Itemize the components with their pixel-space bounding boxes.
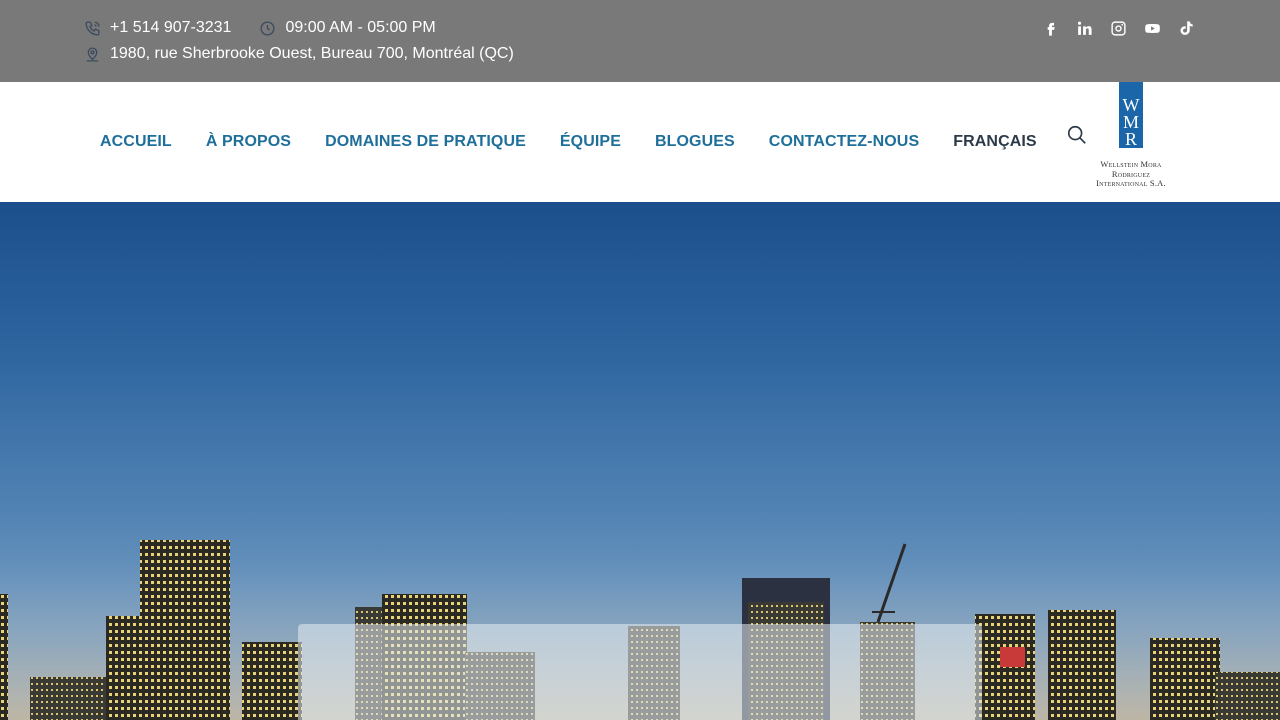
office-address: 1980, rue Sherbrooke Ouest, Bureau 700, … — [110, 45, 514, 62]
logo-letter-r: R — [1124, 129, 1137, 149]
location-pin-icon — [84, 46, 101, 63]
tiktok-icon[interactable] — [1176, 18, 1196, 38]
logo-mark: W M R — [1119, 82, 1143, 148]
nav-item-blogues[interactable]: BLOGUES — [655, 133, 735, 151]
logo-wordmark: Wellstein Mora Rodriguez International S… — [1088, 159, 1174, 189]
nav-item-accueil[interactable]: ACCUEIL — [100, 133, 172, 151]
nav-item-domaines-de-pratique[interactable]: DOMAINES DE PRATIQUE — [325, 133, 526, 151]
clock-icon — [259, 20, 276, 37]
nav-item-equipe[interactable]: ÉQUIPE — [560, 133, 621, 151]
main-menu: ACCUEIL À PROPOS DOMAINES DE PRATIQUE ÉQ… — [100, 82, 1037, 202]
facebook-icon[interactable] — [1040, 18, 1060, 38]
nav-item-a-propos[interactable]: À PROPOS — [206, 133, 291, 151]
address-row: 1980, rue Sherbrooke Ouest, Bureau 700, … — [84, 44, 514, 64]
hero-content-box — [298, 624, 982, 720]
linkedin-icon[interactable] — [1074, 18, 1094, 38]
nav-item-contactez-nous[interactable]: CONTACTEZ-NOUS — [769, 133, 919, 151]
logo-line-3: International S.A. — [1096, 178, 1166, 188]
phone-number[interactable]: +1 514 907-3231 — [110, 19, 231, 37]
language-switcher[interactable]: FRANÇAIS — [953, 133, 1036, 151]
social-links — [1040, 18, 1196, 38]
main-navbar: ACCUEIL À PROPOS DOMAINES DE PRATIQUE ÉQ… — [0, 82, 1280, 202]
top-info-bar: +1 514 907-3231 09:00 AM - 05:00 PM 1980… — [0, 0, 1280, 82]
phone-icon — [84, 20, 101, 37]
search-icon[interactable] — [1066, 124, 1090, 148]
business-hours: 09:00 AM - 05:00 PM — [285, 19, 436, 36]
phone-item[interactable]: +1 514 907-3231 — [84, 19, 231, 37]
contact-row: +1 514 907-3231 09:00 AM - 05:00 PM — [84, 18, 436, 38]
hours-item: 09:00 AM - 05:00 PM — [259, 19, 436, 37]
company-logo[interactable]: W M R Wellstein Mora Rodriguez Internati… — [1088, 82, 1174, 194]
hero-banner — [0, 202, 1280, 720]
youtube-icon[interactable] — [1142, 18, 1162, 38]
address-item: 1980, rue Sherbrooke Ouest, Bureau 700, … — [84, 45, 514, 63]
instagram-icon[interactable] — [1108, 18, 1128, 38]
